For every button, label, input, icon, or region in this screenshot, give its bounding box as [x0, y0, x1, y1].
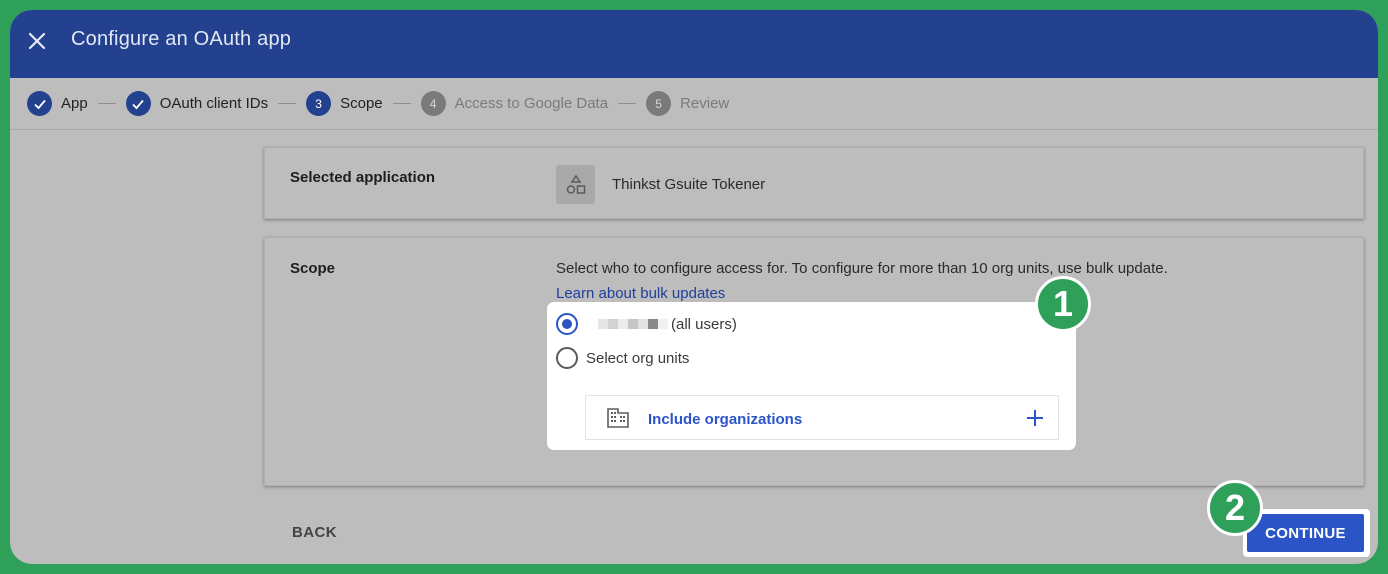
close-button[interactable] [24, 28, 50, 54]
app-icon [556, 165, 595, 204]
step-label: Scope [340, 95, 383, 112]
shapes-icon [566, 174, 585, 194]
selected-application-card: Selected application Thinkst Gsuite Toke… [264, 147, 1364, 219]
step-scope[interactable]: 3 Scope [306, 91, 383, 116]
back-button[interactable]: BACK [292, 524, 337, 541]
bulk-updates-link[interactable]: Learn about bulk updates [556, 285, 725, 302]
radio-all-users[interactable]: (all users) [556, 313, 737, 335]
callout-badge-2: 2 [1207, 480, 1263, 536]
check-icon [33, 99, 46, 109]
radio-button[interactable] [556, 347, 578, 369]
step-label: Access to Google Data [454, 95, 609, 112]
radio-label: (all users) [671, 315, 737, 333]
scope-label: Scope [290, 260, 336, 277]
step-label: App [61, 95, 88, 112]
callout-badge-1: 1 [1035, 276, 1091, 332]
step-access-google-data[interactable]: 4 Access to Google Data [420, 91, 609, 116]
step-number: 4 [420, 91, 446, 116]
continue-highlight: CONTINUE [1243, 509, 1370, 557]
plus-icon[interactable] [1024, 407, 1046, 429]
check-icon [132, 99, 144, 109]
oauth-config-dialog: Configure an OAuth app App OAuth client … [10, 10, 1378, 564]
include-organizations-label: Include organizations [648, 411, 803, 428]
close-icon [28, 32, 46, 50]
scope-description: Select who to configure access for. To c… [556, 260, 1168, 277]
step-label: OAuth client IDs [159, 95, 269, 112]
step-number: 3 [306, 91, 332, 116]
step-done-circle [125, 91, 151, 116]
dialog-header: Configure an OAuth app [10, 10, 1378, 78]
radio-button[interactable] [556, 313, 578, 335]
app-name: Thinkst Gsuite Tokener [612, 176, 766, 193]
building-icon [607, 408, 629, 428]
stepper: App OAuth client IDs 3 Scope 4 Access to… [10, 78, 1378, 130]
step-separator [392, 103, 411, 104]
step-review[interactable]: 5 Review [646, 91, 729, 116]
continue-button[interactable]: CONTINUE [1247, 514, 1364, 552]
step-done-circle [27, 91, 52, 116]
step-oauth-client-ids[interactable]: OAuth client IDs [125, 91, 269, 116]
dialog-title: Configure an OAuth app [71, 28, 292, 50]
step-label: Review [680, 95, 730, 112]
step-separator [278, 103, 297, 104]
step-separator [97, 103, 116, 104]
scope-options-popup: (all users) Select org units Include org… [547, 302, 1076, 450]
include-organizations-button[interactable]: Include organizations [585, 395, 1059, 440]
step-separator [618, 103, 637, 104]
step-number: 5 [646, 91, 672, 116]
radio-select-org-units[interactable]: Select org units [556, 347, 689, 369]
step-app[interactable]: App [27, 91, 88, 116]
redacted-domain [598, 319, 668, 329]
selected-application-label: Selected application [290, 169, 436, 186]
radio-label: Select org units [586, 349, 690, 367]
